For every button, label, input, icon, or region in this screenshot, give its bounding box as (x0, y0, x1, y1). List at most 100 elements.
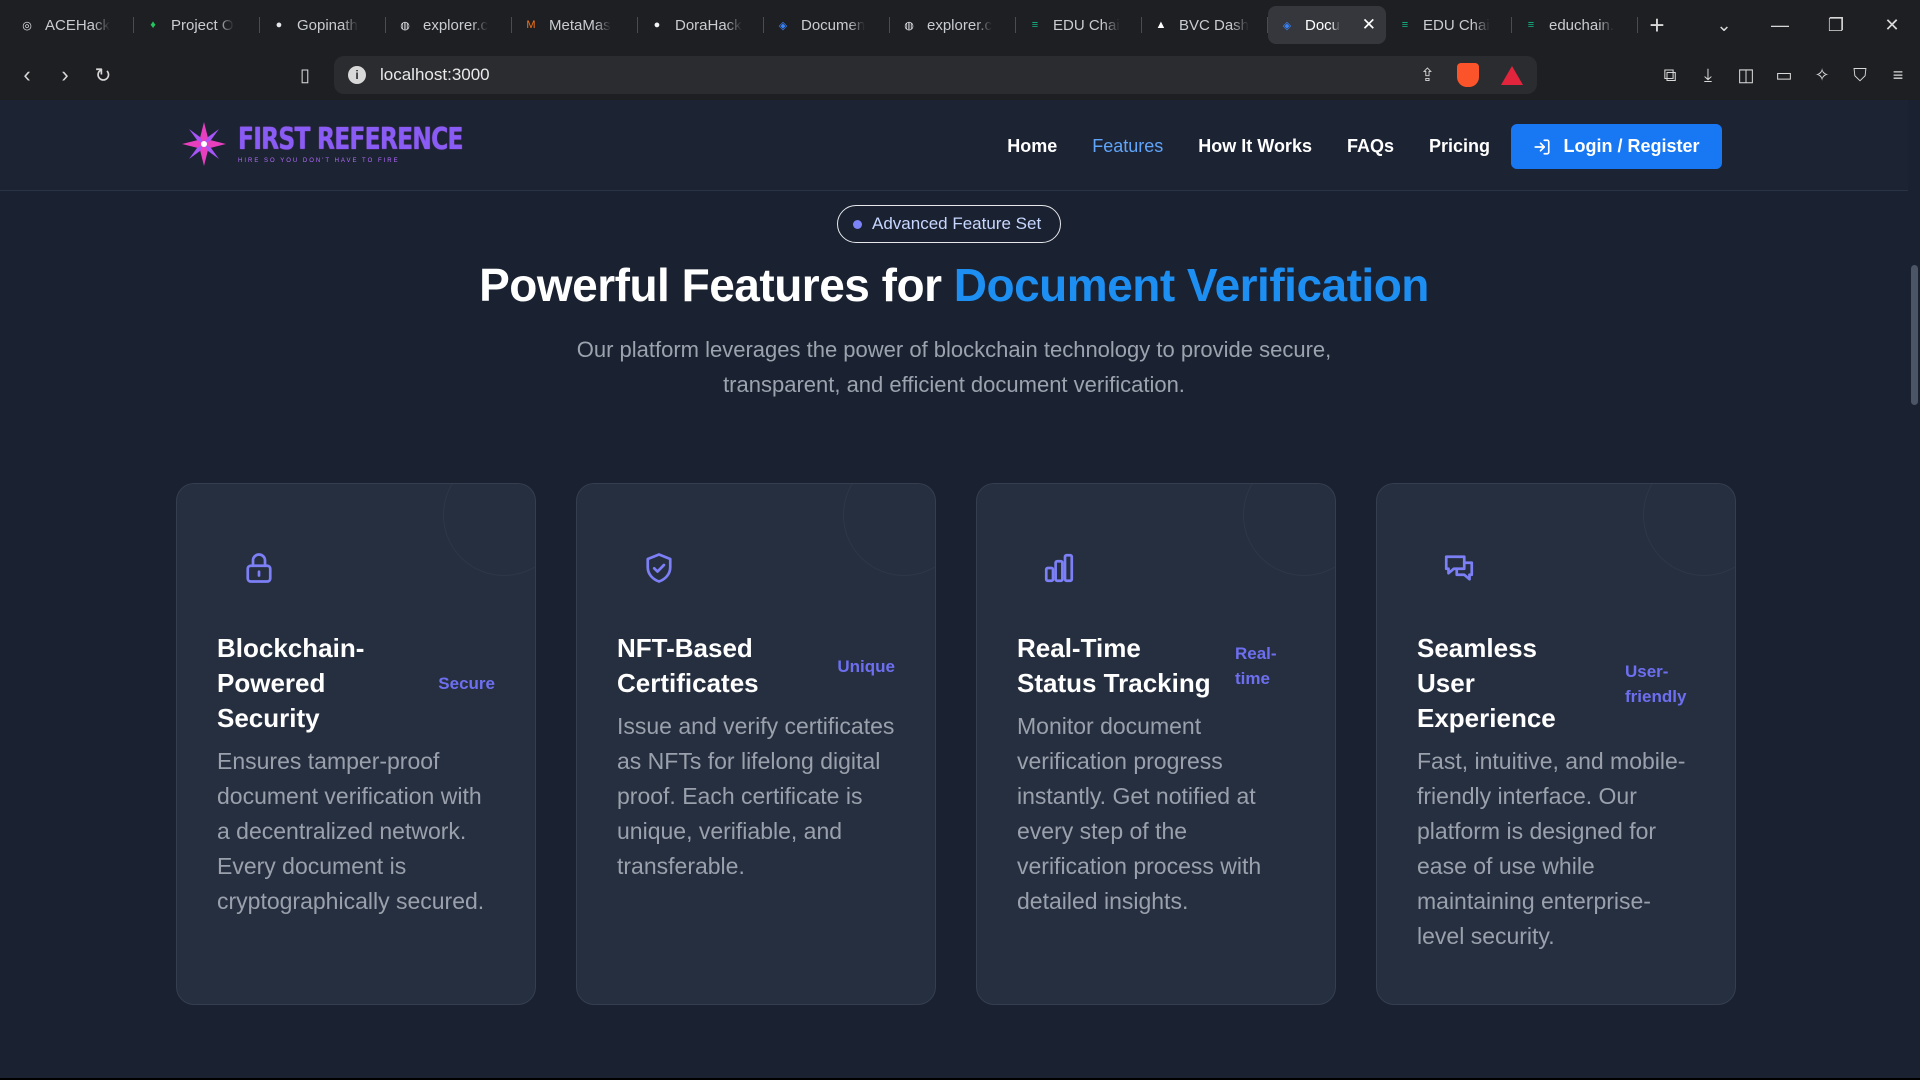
browser-tab[interactable]: ◍ explorer.c (386, 6, 512, 44)
card-title: Blockchain-Powered Security (217, 633, 365, 733)
page-subtitle: Our platform leverages the power of bloc… (576, 337, 1332, 397)
logo-title: FIRST REFERENCE (238, 121, 463, 157)
browser-tab[interactable]: ● DoraHack (638, 6, 764, 44)
tab-title: EDU Chai (1053, 16, 1120, 34)
card-description: Monitor document verification progress i… (1017, 713, 1262, 914)
tab-title: explorer.c (423, 16, 489, 34)
bvc-icon: ▲ (1155, 19, 1167, 31)
chat-icon (1444, 555, 1474, 581)
minimize-icon[interactable]: — (1752, 15, 1808, 36)
feature-card-nft: NFT-Based Certificates Unique Issue and … (576, 483, 936, 1005)
github-icon: ● (275, 19, 283, 31)
forward-icon[interactable]: › (46, 62, 84, 88)
card-description: Issue and verify certificates as NFTs fo… (617, 713, 895, 879)
tab-title: Gopinath (297, 16, 358, 34)
page-scrollbar[interactable] (1908, 100, 1920, 1078)
shield-check-icon (646, 553, 672, 583)
extensions-icon[interactable]: ⧉ (1658, 65, 1682, 86)
reload-icon[interactable]: ↻ (84, 63, 122, 88)
feature-set-badge: Advanced Feature Set (837, 205, 1062, 243)
globe-icon: ◍ (400, 19, 410, 32)
dorahacks-icon: ● (653, 19, 661, 31)
card-title: Real-Time Status Tracking (1017, 633, 1211, 698)
tab-search-icon[interactable]: ⌄ (1696, 15, 1752, 36)
page-title: Powerful Features for Document Verificat… (0, 258, 1908, 312)
login-register-button[interactable]: Login / Register (1511, 124, 1722, 169)
nav-home[interactable]: Home (1007, 136, 1057, 157)
new-tab-icon[interactable]: + (1638, 10, 1676, 41)
card-header: Real-Time Status Tracking Real-time (1017, 631, 1295, 701)
title-highlight: Document Verification (953, 259, 1430, 311)
browser-tab[interactable]: ≡ EDU Chai (1016, 6, 1142, 44)
site-info-icon[interactable]: i (348, 66, 366, 84)
sidebar-icon[interactable]: ◫ (1734, 65, 1758, 86)
browser-tab[interactable]: ◎ ACEHack (8, 6, 134, 44)
tab-title: Project O (171, 16, 234, 34)
nav-faqs[interactable]: FAQs (1347, 136, 1394, 157)
menu-icon[interactable]: ≡ (1886, 65, 1910, 86)
wallet-icon[interactable]: ▭ (1772, 65, 1796, 86)
browser-tab[interactable]: ◍ explorer.c (890, 6, 1016, 44)
badge-dot (853, 219, 862, 229)
browser-tab[interactable]: ♦ Project O (134, 6, 260, 44)
card-header: NFT-Based Certificates Unique (617, 631, 895, 701)
leaf-icon: ♦ (150, 19, 156, 31)
feature-card-tracking: Real-Time Status Tracking Real-time Moni… (976, 483, 1336, 1005)
nav-pricing[interactable]: Pricing (1429, 136, 1490, 157)
page-viewport: FIRST REFERENCE HIRE SO YOU DON'T HAVE T… (0, 100, 1920, 1078)
title-prefix: Powerful Features for (479, 259, 954, 311)
scrollbar-thumb[interactable] (1911, 265, 1918, 405)
browser-tab[interactable]: ≡ educhain. (1512, 6, 1638, 44)
tab-title: MetaMas (549, 16, 611, 34)
browser-tab[interactable]: M MetaMas (512, 6, 638, 44)
leo-ai-icon[interactable]: ✧ (1810, 65, 1834, 86)
card-description: Ensures tamper-proof document verificati… (217, 748, 485, 914)
site-logo[interactable]: FIRST REFERENCE HIRE SO YOU DON'T HAVE T… (178, 118, 526, 170)
card-header: Seamless User Experience User-friendly (1417, 631, 1695, 736)
bar-chart-icon (1044, 553, 1074, 583)
feature-card-ux: Seamless User Experience User-friendly F… (1376, 483, 1736, 1005)
browser-tab[interactable]: ▲ BVC Dash (1142, 6, 1268, 44)
logo-flower-icon (182, 122, 226, 166)
feature-card-security: Blockchain-Powered Security Secure Ensur… (176, 483, 536, 1005)
address-bar-actions: ⇪ (1420, 63, 1537, 87)
window-controls: ⌄ — ❐ ✕ (1696, 0, 1920, 50)
browser-tab[interactable]: ≡ EDU Chai (1386, 6, 1512, 44)
vpn-icon[interactable]: ⛉ (1848, 65, 1872, 86)
browser-tab[interactable]: ◈ Documen (764, 6, 890, 44)
metamask-icon: M (526, 19, 536, 31)
browser-tab[interactable]: ◈ Docu ✕ (1268, 6, 1386, 44)
logo-text: FIRST REFERENCE HIRE SO YOU DON'T HAVE T… (238, 121, 526, 164)
nav-how-it-works[interactable]: How It Works (1198, 136, 1312, 157)
educhain-icon: ≡ (1031, 19, 1039, 31)
brave-rewards-icon[interactable] (1501, 65, 1523, 85)
doc-app-icon: ◈ (778, 19, 788, 32)
bookmark-icon[interactable]: ▯ (286, 65, 324, 86)
card-title: Seamless User Experience (1417, 633, 1556, 733)
tab-title: BVC Dash (1179, 16, 1250, 34)
card-tag: Secure (438, 674, 495, 693)
close-tab-icon[interactable]: ✕ (1362, 15, 1376, 35)
browser-tab[interactable]: ● Gopinath (260, 6, 386, 44)
educhain-icon: ≡ (1401, 19, 1409, 31)
close-window-icon[interactable]: ✕ (1864, 15, 1920, 36)
site-header: FIRST REFERENCE HIRE SO YOU DON'T HAVE T… (0, 100, 1908, 191)
card-tag: Unique (837, 656, 895, 676)
download-icon[interactable]: ⤓ (1696, 65, 1720, 86)
card-header: Blockchain-Powered Security Secure (217, 631, 495, 736)
brave-shields-icon[interactable] (1457, 63, 1479, 87)
tab-title: explorer.c (927, 16, 993, 34)
card-title: NFT-Based Certificates (617, 633, 759, 698)
url-text[interactable]: localhost:3000 (380, 65, 490, 85)
feature-cards: Blockchain-Powered Security Secure Ensur… (176, 483, 1736, 1005)
tab-bar: ◎ ACEHack ♦ Project O ● Gopinath ◍ explorer.c M M… (0, 0, 1920, 50)
address-bar[interactable]: i localhost:3000 ⇪ (334, 56, 1537, 94)
badge-label: Advanced Feature Set (872, 214, 1042, 233)
globe-icon: ◍ (904, 19, 914, 32)
restore-icon[interactable]: ❐ (1808, 15, 1864, 36)
card-tag: User-friendly (1625, 661, 1687, 706)
back-icon[interactable]: ‹ (8, 62, 46, 88)
logo-tagline: HIRE SO YOU DON'T HAVE TO FIRE (238, 157, 400, 164)
nav-features[interactable]: Features (1092, 136, 1163, 157)
share-icon[interactable]: ⇪ (1420, 65, 1435, 86)
